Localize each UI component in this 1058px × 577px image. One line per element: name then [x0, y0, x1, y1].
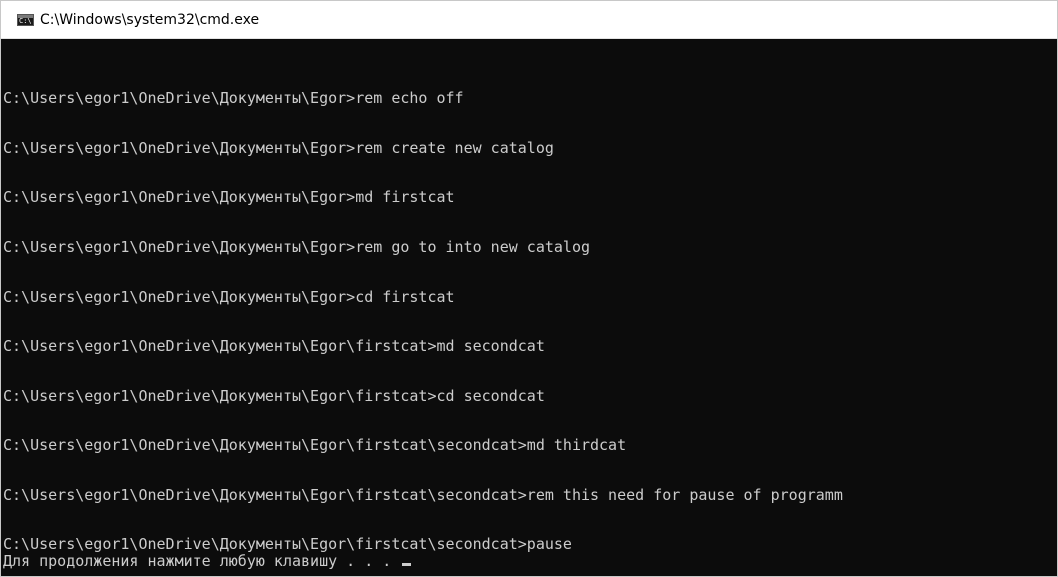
pause-prompt-line: Для продолжения нажмите любую клавишу . … — [3, 552, 412, 570]
pause-message: Для продолжения нажмите любую клавишу . … — [3, 552, 401, 570]
console-line: C:\Users\egor1\OneDrive\Документы\Egor>r… — [3, 139, 554, 157]
console-line: C:\Users\egor1\OneDrive\Документы\Egor>c… — [3, 288, 455, 306]
console-line: C:\Users\egor1\OneDrive\Документы\Egor\f… — [3, 535, 572, 553]
cmd-window: C:\Windows\system32\cmd.exe C:\Users\ego… — [0, 0, 1058, 577]
console-line: C:\Users\egor1\OneDrive\Документы\Egor>r… — [3, 238, 590, 256]
console-line: C:\Users\egor1\OneDrive\Документы\Egor\f… — [3, 387, 545, 405]
title-bar[interactable]: C:\Windows\system32\cmd.exe — [1, 1, 1057, 39]
text-cursor — [402, 563, 412, 566]
console-line: C:\Users\egor1\OneDrive\Документы\Egor>m… — [3, 188, 455, 206]
console-output[interactable]: C:\Users\egor1\OneDrive\Документы\Egor>r… — [1, 39, 1057, 576]
console-line: C:\Users\egor1\OneDrive\Документы\Egor\f… — [3, 486, 843, 504]
window-title: C:\Windows\system32\cmd.exe — [40, 11, 260, 28]
console-line: C:\Users\egor1\OneDrive\Документы\Egor\f… — [3, 436, 627, 454]
console-line: C:\Users\egor1\OneDrive\Документы\Egor>r… — [3, 89, 464, 107]
console-line: C:\Users\egor1\OneDrive\Документы\Egor\f… — [3, 337, 545, 355]
cmd-console-icon — [17, 13, 34, 26]
